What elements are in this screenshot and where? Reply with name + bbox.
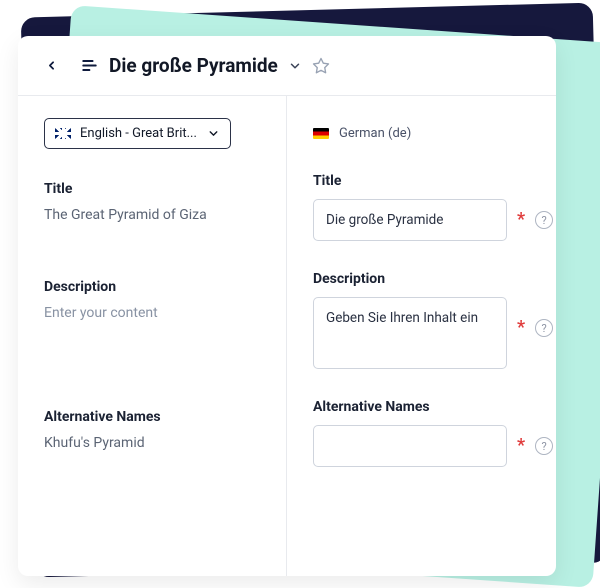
help-button[interactable]: ? xyxy=(535,319,553,337)
page-title: Die große Pyramide xyxy=(109,54,278,77)
source-title-block: Title The Great Pyramid of Giza xyxy=(44,181,260,223)
target-description-input[interactable] xyxy=(313,297,507,369)
required-indicator: * xyxy=(517,319,525,337)
target-altnames-input[interactable] xyxy=(313,425,507,467)
chevron-left-icon xyxy=(45,59,58,72)
target-locale-column: German (de) Title * ? Description * ? xyxy=(287,96,556,576)
source-title-label: Title xyxy=(44,181,260,197)
help-button[interactable]: ? xyxy=(535,211,553,229)
back-button[interactable] xyxy=(40,55,62,77)
flag-de-icon xyxy=(313,128,329,139)
header-bar: Die große Pyramide xyxy=(18,36,556,96)
source-description-block: Description Enter your content xyxy=(44,279,260,321)
flag-uk-icon xyxy=(55,128,71,139)
star-icon xyxy=(312,57,330,75)
target-altnames-block: Alternative Names * ? xyxy=(313,399,554,467)
editor-panel: Die große Pyramide English - Great Brit.… xyxy=(18,36,556,576)
target-altnames-label: Alternative Names xyxy=(313,399,554,415)
target-title-label: Title xyxy=(313,173,554,189)
content-type-icon xyxy=(80,56,99,75)
source-altnames-block: Alternative Names Khufu's Pyramid xyxy=(44,409,260,451)
source-locale-label: English - Great Brit... xyxy=(80,126,197,141)
target-locale-label: German (de) xyxy=(339,126,411,141)
target-title-block: Title * ? xyxy=(313,173,554,241)
target-description-block: Description * ? xyxy=(313,271,554,369)
target-locale-indicator: German (de) xyxy=(313,118,554,147)
source-title-value: The Great Pyramid of Giza xyxy=(44,207,260,223)
source-locale-selector[interactable]: English - Great Brit... xyxy=(44,118,231,149)
source-description-placeholder: Enter your content xyxy=(44,305,260,321)
editor-body: English - Great Brit... Title The Great … xyxy=(18,96,556,576)
source-altnames-label: Alternative Names xyxy=(44,409,260,425)
target-title-input[interactable] xyxy=(313,199,507,241)
favorite-toggle[interactable] xyxy=(312,57,330,75)
required-indicator: * xyxy=(517,437,525,455)
source-description-label: Description xyxy=(44,279,260,295)
title-dropdown-toggle[interactable] xyxy=(288,59,302,73)
target-description-label: Description xyxy=(313,271,554,287)
source-altnames-value: Khufu's Pyramid xyxy=(44,435,260,451)
source-locale-column: English - Great Brit... Title The Great … xyxy=(18,96,287,576)
chevron-down-icon xyxy=(207,127,220,140)
chevron-down-icon xyxy=(288,59,302,73)
help-button[interactable]: ? xyxy=(535,437,553,455)
breadcrumb: Die große Pyramide xyxy=(80,54,330,77)
required-indicator: * xyxy=(517,211,525,229)
